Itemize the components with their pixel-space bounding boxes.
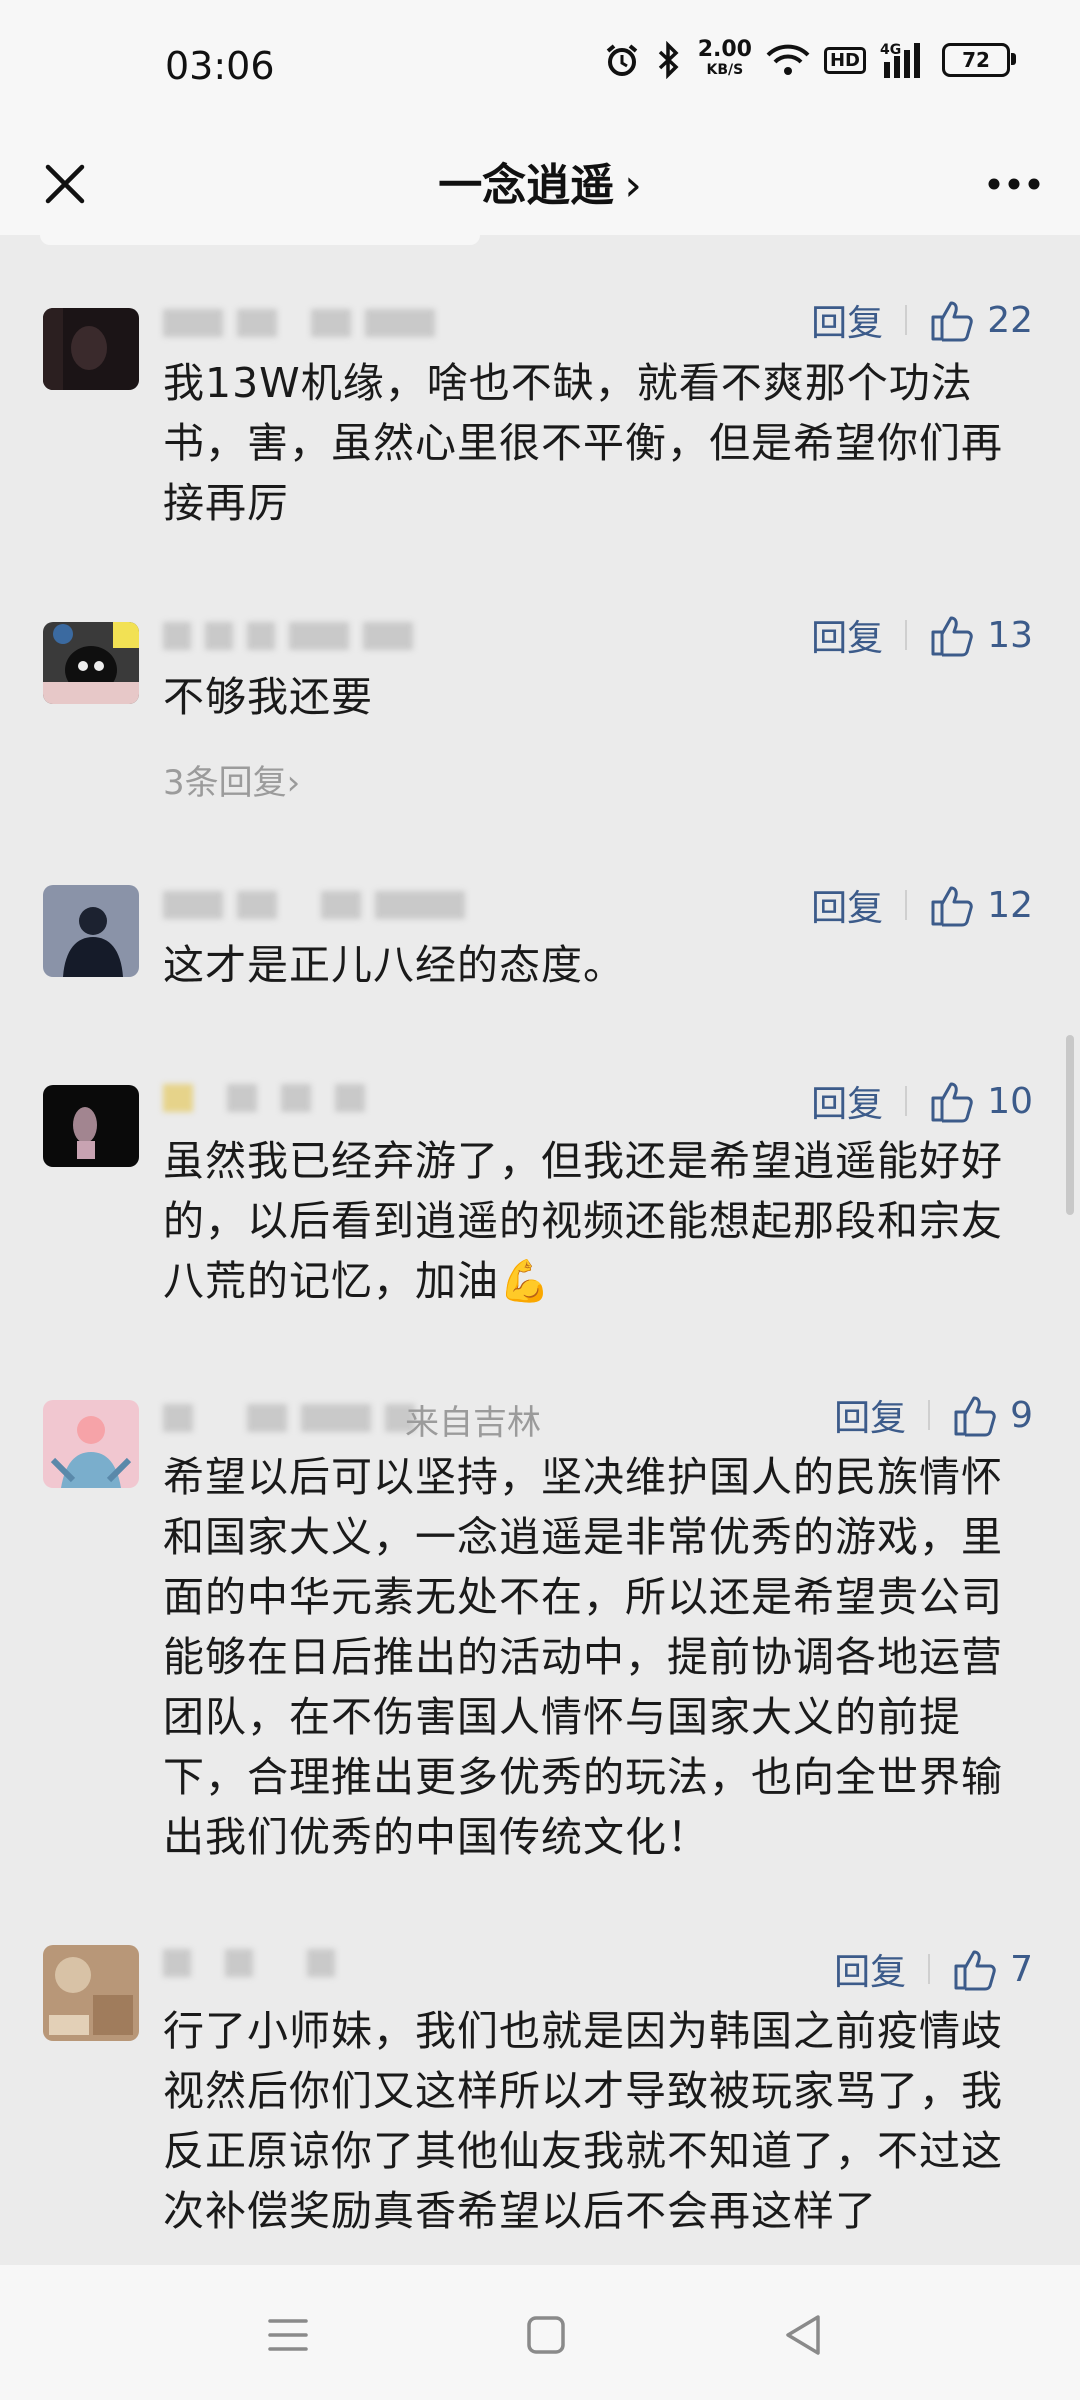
- chevron-right-icon: ›: [624, 160, 642, 211]
- like-count: 22: [987, 299, 1033, 341]
- comment-actions: 回复 7: [834, 1941, 1033, 1997]
- comment-text: 希望以后可以坚持，坚决维护国人的民族情怀和国家大义，一念逍遥是非常优秀的游戏，里…: [163, 1453, 1003, 1861]
- more-icon[interactable]: [976, 149, 1052, 219]
- top-fade: [40, 235, 480, 245]
- like-count: 13: [987, 614, 1033, 656]
- page-title[interactable]: 一念逍遥 ›: [0, 149, 1080, 213]
- divider: [928, 1954, 931, 1984]
- comment-text: 不够我还要: [163, 673, 373, 721]
- comment-actions: 回复 22: [811, 292, 1033, 348]
- comment-actions: 回复 12: [811, 877, 1033, 933]
- like-count: 12: [987, 884, 1033, 926]
- avatar[interactable]: [43, 1945, 139, 2041]
- username-blurred: [163, 887, 465, 923]
- thumbs-up-icon[interactable]: [952, 1392, 998, 1438]
- back-icon[interactable]: [774, 2305, 834, 2365]
- comment-text: 这才是正儿八经的态度。: [163, 941, 625, 989]
- comment-actions: 回复 13: [811, 607, 1033, 663]
- thumbs-up-icon[interactable]: [929, 882, 975, 928]
- reply-button[interactable]: 回复: [811, 609, 883, 661]
- nav-bar: 一念逍遥 ›: [0, 135, 1080, 235]
- svg-text:4G: 4G: [880, 42, 901, 58]
- username-blurred: [163, 305, 435, 341]
- hd-badge: HD: [823, 46, 866, 74]
- like-count: 9: [1010, 1394, 1033, 1436]
- sub-replies-link[interactable]: 3条回复›: [163, 755, 300, 804]
- status-icons: 2.00 KB/S HD 4G 72: [604, 37, 1016, 80]
- comment-list[interactable]: 回复 22 我13W机缘，啥也不缺，就看不爽那个功法书，害，虽然心里很不平衡，但…: [0, 235, 1080, 2265]
- system-nav-bar: [0, 2265, 1080, 2400]
- like-count: 10: [987, 1080, 1033, 1122]
- username-blurred: [163, 1400, 415, 1436]
- comment-text: 虽然我已经弃游了，但我还是希望逍遥能好好的，以后看到逍遥的视频还能想起那段和宗友…: [163, 1137, 1003, 1305]
- bluetooth-icon: [658, 41, 679, 79]
- home-icon[interactable]: [516, 2305, 576, 2365]
- battery-icon: 72: [942, 43, 1016, 77]
- divider: [905, 305, 908, 335]
- username-blurred: [163, 1945, 335, 1981]
- signal-icon: 4G: [880, 42, 920, 78]
- avatar[interactable]: [43, 885, 139, 977]
- thumbs-up-icon[interactable]: [929, 297, 975, 343]
- reply-button[interactable]: 回复: [811, 294, 883, 346]
- comment-actions: 回复 10: [811, 1073, 1033, 1129]
- avatar[interactable]: [43, 622, 139, 704]
- username-blurred: [163, 618, 413, 654]
- thumbs-up-icon[interactable]: [929, 612, 975, 658]
- reply-button[interactable]: 回复: [834, 1943, 906, 1995]
- wifi-icon: [766, 44, 810, 75]
- comment-actions: 回复 9: [834, 1387, 1033, 1443]
- status-bar: 03:06 2.00 KB/S HD 4G 72: [0, 0, 1080, 135]
- divider: [928, 1400, 931, 1430]
- avatar[interactable]: [43, 1400, 139, 1488]
- scrollbar-thumb[interactable]: [1066, 1035, 1074, 1215]
- avatar[interactable]: [43, 308, 139, 390]
- divider: [905, 1086, 908, 1116]
- status-time: 03:06: [165, 44, 275, 88]
- location-label: 来自吉林: [405, 1403, 541, 1443]
- reply-button[interactable]: 回复: [811, 879, 883, 931]
- alarm-icon: [606, 44, 637, 76]
- divider: [905, 890, 908, 920]
- reply-button[interactable]: 回复: [811, 1075, 883, 1127]
- net-speed: 2.00 KB/S: [697, 37, 752, 79]
- like-count: 7: [1010, 1948, 1033, 1990]
- menu-icon[interactable]: [258, 2305, 318, 2365]
- comment-text: 我13W机缘，啥也不缺，就看不爽那个功法书，害，虽然心里很不平衡，但是希望你们再…: [163, 359, 1003, 527]
- divider: [905, 620, 908, 650]
- avatar[interactable]: [43, 1085, 139, 1167]
- comment-text: 行了小师妹，我们也就是因为韩国之前疫情歧视然后你们又这样所以才导致被玩家骂了，我…: [163, 2007, 1003, 2235]
- reply-button[interactable]: 回复: [834, 1389, 906, 1441]
- thumbs-up-icon[interactable]: [952, 1946, 998, 1992]
- thumbs-up-icon[interactable]: [929, 1078, 975, 1124]
- username-blurred: [163, 1080, 365, 1116]
